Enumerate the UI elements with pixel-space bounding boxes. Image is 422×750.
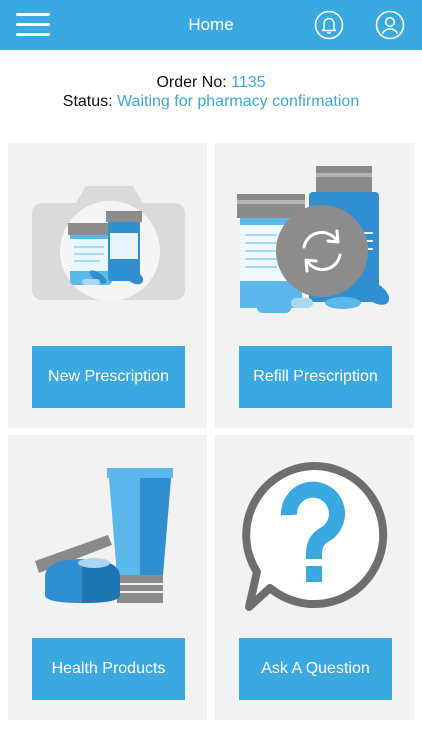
camera-medicine-icon: [32, 186, 185, 301]
refill-prescription-button[interactable]: Refill Prescription: [239, 346, 392, 408]
health-products-icon: [35, 468, 173, 603]
ask-question-card[interactable]: Ask A Question: [215, 435, 414, 720]
ask-question-button[interactable]: Ask A Question: [239, 638, 392, 700]
question-bubble-icon: [242, 461, 388, 611]
page-title: Home: [188, 15, 234, 34]
user-profile-icon[interactable]: [375, 10, 405, 40]
new-prescription-button[interactable]: New Prescription: [32, 346, 185, 408]
new-prescription-card[interactable]: New Prescription: [8, 143, 207, 428]
order-status-line: Status: Waiting for pharmacy confirmatio…: [0, 92, 422, 111]
order-status-value: Waiting for pharmacy confirmation: [117, 93, 360, 110]
top-bar: Home: [0, 0, 422, 50]
health-products-button[interactable]: Health Products: [32, 638, 185, 700]
refill-medicine-icon: [237, 166, 390, 313]
order-number-line: Order No: 1135: [0, 73, 422, 92]
refill-prescription-card[interactable]: Refill Prescription: [215, 143, 414, 428]
order-number-value: 1135: [231, 74, 266, 91]
order-status-label: Status:: [62, 93, 113, 110]
health-products-card[interactable]: Health Products: [8, 435, 207, 720]
order-info: Order No: 1135 Status: Waiting for pharm…: [0, 73, 422, 111]
order-number-label: Order No:: [156, 74, 227, 91]
bell-icon[interactable]: [314, 10, 344, 40]
